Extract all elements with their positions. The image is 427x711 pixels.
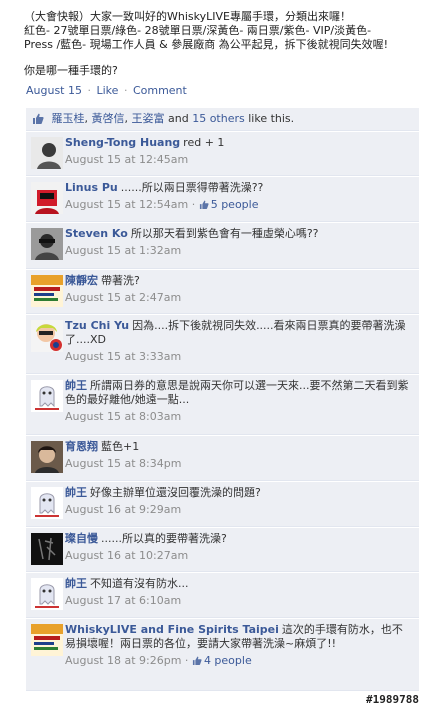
avatar[interactable] (31, 380, 63, 412)
comment-text: 藍色+1 (101, 440, 140, 453)
comment-item: 帥王 不知道有沒有防水... August 17 at 6:10am (26, 573, 419, 618)
like-link[interactable]: Like (97, 84, 119, 97)
comment-text: 好像主辦單位還沒回覆洗澡的問題? (90, 486, 261, 499)
comment-item: 帥王 好像主辦單位還沒回覆洗澡的問題? August 16 at 9:29am (26, 482, 419, 527)
comment-author[interactable]: Tzu Chi Yu (65, 319, 129, 332)
comment-time[interactable]: August 15 at 8:03am (65, 410, 181, 423)
comment-author[interactable]: Sheng-Tong Huang (65, 136, 180, 149)
comment-time[interactable]: August 16 at 10:27am (65, 549, 188, 562)
avatar[interactable] (31, 182, 63, 214)
comment-author[interactable]: 帥王 (65, 379, 87, 392)
comment-author[interactable]: WhiskyLIVE and Fine Spirits Taipei (65, 623, 279, 636)
avatar[interactable] (31, 441, 63, 473)
comment-text: 所以那天看到紫色會有一種虛榮心嗎?? (130, 227, 319, 240)
comment-text: 所謂兩日券的意思是說兩天你可以選一天來...要不然第二天看到紫色的最好離他/她遠… (65, 379, 409, 406)
comment-time[interactable]: August 16 at 9:29am (65, 503, 181, 516)
post-date-link[interactable]: August 15 (26, 84, 82, 97)
comment-author[interactable]: 育恩翔 (65, 440, 98, 453)
avatar[interactable] (31, 578, 63, 610)
avatar[interactable] (31, 320, 63, 352)
post-actions: August 15 · Like · Comment (26, 84, 427, 97)
comment-item: Linus Pu ......所以兩日票得帶著洗澡?? August 15 at … (26, 177, 419, 222)
avatar[interactable] (31, 137, 63, 169)
avatar[interactable] (31, 275, 63, 307)
comment-likes-link[interactable]: 5 people (199, 198, 258, 211)
separator-dot: · (87, 84, 92, 97)
comment-link[interactable]: Comment (133, 84, 187, 97)
comment-item: Steven Ko 所以那天看到紫色會有一種虛榮心嗎?? August 15 at… (26, 223, 419, 269)
comment-text: 帶著洗? (101, 274, 140, 287)
avatar[interactable] (31, 533, 63, 565)
comment-author[interactable]: 帥王 (65, 577, 87, 590)
likers-others-link[interactable]: 15 others (192, 112, 245, 125)
liker-name[interactable]: 王姿富 (132, 112, 165, 125)
post-line: （大會快報）大家一致叫好的WhiskyLIVE專屬手環，分類出來囉！ (24, 10, 351, 23)
comment-author[interactable]: 陳靜宏 (65, 274, 98, 287)
comment-text: ......所以真的要帶著洗澡? (101, 532, 227, 545)
thumbs-up-icon (32, 110, 44, 124)
comment-time[interactable]: August 15 at 8:34pm (65, 457, 181, 470)
thumbs-up-icon (192, 655, 202, 665)
comment-item: Sheng-Tong Huang red + 1 August 15 at 12:… (26, 132, 419, 176)
likes-bar: 羅玉桂, 黃啓信, 王姿富 and 15 others like this. (26, 108, 419, 131)
separator-dot: · (123, 84, 128, 97)
post-line: Press /藍色- 現場工作人員 & 參展廠商 為公平起見，拆下後就視同失效喔… (24, 38, 389, 51)
comment-item: 育恩翔 藍色+1 August 15 at 8:34pm (26, 436, 419, 481)
comment-item: Tzu Chi Yu 因為....拆下後就視同失效.....看來兩日票真的要帶著洗… (26, 315, 419, 374)
comment-author[interactable]: Linus Pu (65, 181, 118, 194)
comment-time[interactable]: August 15 at 12:54am (65, 198, 188, 211)
comment-author[interactable]: 璨自慢 (65, 532, 98, 545)
comment-text: ......所以兩日票得帶著洗澡?? (120, 181, 264, 194)
image-id-watermark: #1989788 (366, 693, 419, 706)
comment-time[interactable]: August 15 at 3:33am (65, 350, 181, 363)
liker-name[interactable]: 羅玉桂 (52, 112, 85, 125)
avatar[interactable] (31, 624, 63, 656)
comment-time[interactable]: August 15 at 1:32am (65, 244, 181, 257)
thumbs-up-icon (199, 199, 209, 209)
comment-item: 陳靜宏 帶著洗? August 15 at 2:47am (26, 270, 419, 314)
comment-likes-link[interactable]: 4 people (192, 654, 252, 667)
comment-text: 不知道有沒有防水... (90, 577, 189, 590)
comment-time[interactable]: August 18 at 9:26pm (65, 654, 181, 667)
post-body: （大會快報）大家一致叫好的WhiskyLIVE專屬手環，分類出來囉！ 紅色- 2… (0, 0, 427, 78)
comment-author[interactable]: 帥王 (65, 486, 87, 499)
avatar[interactable] (31, 228, 63, 260)
avatar[interactable] (31, 487, 63, 519)
post-question: 你是哪一種手環的? (24, 64, 118, 77)
comment-text: red + 1 (183, 136, 225, 149)
comment-item: WhiskyLIVE and Fine Spirits Taipei 這次的手環有… (26, 619, 419, 691)
liker-name[interactable]: 黃啓信 (92, 112, 125, 125)
comment-item: 帥王 所謂兩日券的意思是說兩天你可以選一天來...要不然第二天看到紫色的最好離他/… (26, 375, 419, 435)
post-line: 紅色- 27號單日票/綠色- 28號單日票/深黃色- 兩日票/紫色- VIP/淡… (24, 24, 372, 37)
comment-time[interactable]: August 17 at 6:10am (65, 594, 181, 607)
comment-list: Sheng-Tong Huang red + 1 August 15 at 12:… (26, 132, 419, 691)
comment-item: 璨自慢 ......所以真的要帶著洗澡? August 16 at 10:27am (26, 528, 419, 572)
comment-author[interactable]: Steven Ko (65, 227, 128, 240)
comment-time[interactable]: August 15 at 12:45am (65, 153, 188, 166)
comment-time[interactable]: August 15 at 2:47am (65, 291, 181, 304)
